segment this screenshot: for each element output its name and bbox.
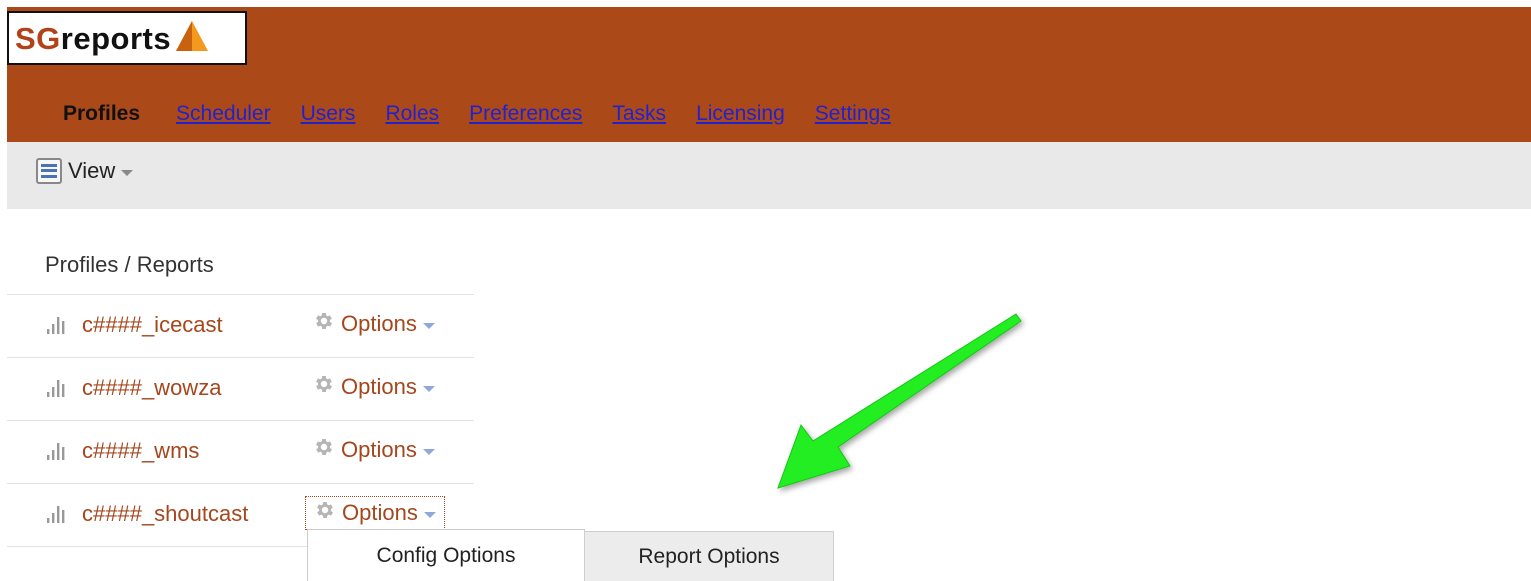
gear-icon	[313, 373, 335, 401]
gear-icon	[313, 436, 335, 464]
chevron-down-icon	[422, 385, 435, 392]
main-nav: Profiles Scheduler Users Roles Preferenc…	[63, 102, 921, 126]
view-label: View	[68, 158, 116, 183]
gear-icon	[314, 499, 336, 527]
list-item: c####_wms Options	[7, 421, 474, 484]
profile-link[interactable]: c####_wms	[82, 438, 199, 464]
chevron-down-icon	[422, 448, 435, 455]
page-title: Profiles / Reports	[45, 252, 214, 277]
report-options-item[interactable]: Report Options	[584, 531, 834, 581]
options-button[interactable]: Options	[305, 307, 443, 341]
options-label: Options	[341, 437, 417, 462]
options-button[interactable]: Options	[305, 496, 445, 530]
top-header: SGreports Profiles Scheduler Users Roles…	[7, 7, 1531, 142]
list-item: c####_icecast Options	[7, 295, 474, 358]
list-item: c####_wowza Options	[7, 358, 474, 421]
view-button[interactable]: View	[36, 158, 134, 184]
options-label: Options	[341, 374, 417, 399]
list-view-icon	[36, 158, 62, 184]
profile-link[interactable]: c####_icecast	[82, 312, 223, 338]
options-dropdown-menu: Config Options Report Options	[307, 529, 834, 581]
app-logo[interactable]: SGreports	[7, 11, 247, 65]
nav-profiles[interactable]: Profiles	[63, 102, 140, 126]
bar-chart-icon	[46, 504, 68, 529]
chevron-down-icon	[422, 322, 435, 329]
profile-list: c####_icecast Options c####_wowza Option…	[7, 294, 474, 547]
nav-roles[interactable]: Roles	[385, 102, 439, 126]
profile-link[interactable]: c####_wowza	[82, 375, 221, 401]
bar-chart-icon	[46, 441, 68, 466]
bar-chart-icon	[46, 378, 68, 403]
options-button[interactable]: Options	[305, 433, 443, 467]
toolbar: View	[7, 142, 1531, 209]
nav-tasks[interactable]: Tasks	[612, 102, 666, 126]
options-label: Options	[342, 500, 418, 525]
options-button[interactable]: Options	[305, 370, 443, 404]
profile-link[interactable]: c####_shoutcast	[82, 501, 248, 527]
logo-text: SGreports	[15, 20, 172, 56]
chevron-down-icon	[121, 169, 134, 176]
bar-chart-icon	[46, 315, 68, 340]
nav-preferences[interactable]: Preferences	[469, 102, 582, 126]
nav-users[interactable]: Users	[301, 102, 356, 126]
nav-licensing[interactable]: Licensing	[696, 102, 785, 126]
chevron-down-icon	[423, 511, 436, 518]
nav-scheduler[interactable]: Scheduler	[176, 102, 271, 126]
gear-icon	[313, 310, 335, 338]
logo-triangle-icon	[175, 19, 209, 58]
options-label: Options	[341, 311, 417, 336]
nav-settings[interactable]: Settings	[815, 102, 891, 126]
config-options-item[interactable]: Config Options	[307, 529, 585, 581]
